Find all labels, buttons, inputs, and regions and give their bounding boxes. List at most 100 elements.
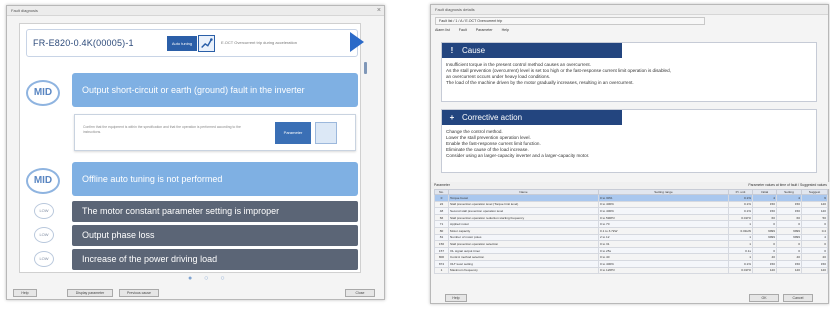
window-titlebar: Fault diagnosis details xyxy=(431,5,828,15)
menu-item[interactable]: Parameter xyxy=(476,28,493,32)
table-row[interactable]: 0 Torque boost 0 to 30% 0.1% 4 4 6 xyxy=(434,194,828,202)
table-cell: 0.4 xyxy=(801,226,828,235)
severity-badge: MID xyxy=(26,80,60,106)
table-cell: 156 xyxy=(434,240,449,248)
table-row[interactable]: 1 Maximum frequency 0 to 120Hz 0.01Hz 120 120… xyxy=(434,266,828,275)
plus-icon: + xyxy=(449,113,455,122)
window-title: Fault diagnosis xyxy=(11,8,38,13)
table-cell: 0.1% xyxy=(728,207,753,215)
table-cell: 71 xyxy=(434,220,449,228)
table-cell: 0.01kW xyxy=(728,226,753,235)
cause-item[interactable]: The motor constant parameter setting is … xyxy=(72,201,358,222)
table-cell: 22 xyxy=(434,200,449,209)
auto-tuning-tag[interactable]: Auto tuning xyxy=(167,36,197,51)
table-cell: 0 xyxy=(752,240,777,248)
section-heading: + Corrective action xyxy=(442,110,622,125)
pagination-dots[interactable]: ● ○ ○ xyxy=(188,275,230,282)
table-row[interactable]: 71 Applied motor 0 to 70 1 0 0 0 xyxy=(434,220,828,228)
table-cell: Torque boost xyxy=(448,194,599,202)
table-cell: 150 xyxy=(776,207,802,215)
table-cell: 0.01Hz xyxy=(728,266,753,275)
table-cell: Control method selection xyxy=(448,253,599,261)
tuning-graph-icon[interactable] xyxy=(198,35,215,52)
table-cell: 120 xyxy=(801,266,828,275)
close-button[interactable]: Close xyxy=(345,289,375,297)
table-cell: 80 xyxy=(434,226,449,235)
help-button[interactable]: Help xyxy=(445,294,467,302)
table-cell: 9999 xyxy=(776,226,802,235)
previous-cause-button[interactable]: Previous cause xyxy=(119,289,159,297)
table-row[interactable]: 66 Stall prevention operation reduction s… xyxy=(434,213,828,222)
cause-panel: FR-E820-0.4K(00005)-1 Auto tuning E.OCT … xyxy=(19,23,361,282)
table-cell: 120 xyxy=(801,207,828,215)
table-cell: 9999 xyxy=(752,233,777,242)
table-cell: 874 xyxy=(434,259,449,268)
scrollbar[interactable] xyxy=(364,62,367,74)
table-cell: 0 to 25s xyxy=(598,246,729,255)
table-row[interactable]: 874 OLT level setting 0 to 400% 0.1% 150 150 1… xyxy=(434,259,828,268)
table-cell: 800 xyxy=(434,253,449,261)
table-cell: 0 xyxy=(801,240,828,248)
table-row[interactable]: 157 OL signal output timer 0 to 25s 0.1s 0 0 0 xyxy=(434,246,828,255)
document-icon[interactable] xyxy=(315,122,337,144)
cause-detail-card: Confirm that the equipment is within the… xyxy=(74,114,356,151)
table-cell: 0 xyxy=(752,220,777,228)
table-cell: 40 xyxy=(776,253,802,261)
table-cell: 4 xyxy=(752,194,777,202)
table-cell: Motor capacity xyxy=(448,226,599,235)
cause-text: Insufficient torque in the present contr… xyxy=(446,62,671,85)
table-cell: Stall prevention operation selection xyxy=(448,240,599,248)
table-cell: 0 xyxy=(801,220,828,228)
corrective-action-section: + Corrective action Change the control me… xyxy=(441,109,817,173)
severity-badge: MID xyxy=(26,168,60,194)
table-cell: 66 xyxy=(434,213,449,222)
table-cell: Second stall prevention operation level xyxy=(448,207,599,215)
table-cell: 1 xyxy=(434,266,449,275)
table-cell: 0 to 31 xyxy=(598,240,729,248)
table-cell: 150 xyxy=(801,259,828,268)
table-row[interactable]: 80 Motor capacity 0.1 to 3.7kW 0.01kW 9999 99… xyxy=(434,226,828,235)
table-cell: 0.01Hz xyxy=(728,213,753,222)
cause-item[interactable]: Offline auto tuning is not performed xyxy=(72,162,358,196)
table-row[interactable]: 156 Stall prevention operation selection 0… xyxy=(434,240,828,248)
table-row[interactable]: 81 Number of motor poles 2 to 12 1 9999 9999 4 xyxy=(434,233,828,242)
table-cell: 150 xyxy=(776,200,802,209)
window-titlebar: Fault diagnosis × xyxy=(7,6,384,16)
cause-item[interactable]: Increase of the power driving load xyxy=(72,249,358,270)
menu-item[interactable]: Help xyxy=(502,28,509,32)
table-cell: 0 xyxy=(776,240,802,248)
table-cell: OLT level setting xyxy=(448,259,599,268)
toolbar[interactable]: Fault list / 1 / A / E.OCT Overcurrent t… xyxy=(435,17,705,25)
table-cell: Stall prevention operation level (Torque… xyxy=(448,200,599,209)
cause-item[interactable]: Output short-circuit or earth (ground) f… xyxy=(72,73,358,107)
cause-item[interactable]: Output phase loss xyxy=(72,225,358,246)
table-cell: 120 xyxy=(776,266,802,275)
table-cell: Stall prevention operation reduction sta… xyxy=(448,213,599,222)
table-cell: 0.1% xyxy=(728,194,753,202)
model-code: FR-E820-0.4K(00005)-1 xyxy=(33,38,134,48)
severity-badge: LOW xyxy=(34,251,54,267)
table-row[interactable]: 22 Stall prevention operation level (Torq… xyxy=(434,200,828,209)
next-arrow-icon[interactable] xyxy=(350,32,364,52)
menu-item[interactable]: Alarm list xyxy=(435,28,450,32)
table-cell: 1 xyxy=(728,253,753,261)
table-cell: 0.1% xyxy=(728,259,753,268)
table-cell: 0 to 30% xyxy=(598,194,729,202)
cancel-button[interactable]: Cancel xyxy=(783,294,813,302)
help-button[interactable]: Help xyxy=(13,289,37,297)
table-cell: 1 xyxy=(728,240,753,248)
table-cell: 50 xyxy=(801,213,828,222)
section-heading: ! Cause xyxy=(442,43,622,58)
menu-item[interactable]: Fault xyxy=(459,28,467,32)
table-cell: 1 xyxy=(728,220,753,228)
severity-badge: LOW xyxy=(34,227,54,243)
table-row[interactable]: 48 Second stall prevention operation leve… xyxy=(434,207,828,215)
table-cell: 0 to 590Hz xyxy=(598,213,729,222)
table-cell: 150 xyxy=(776,259,802,268)
table-row[interactable]: 800 Control method selection 0 to 40 1 40 40 2… xyxy=(434,253,828,261)
parameter-button[interactable]: Parameter xyxy=(275,122,311,144)
close-icon[interactable]: × xyxy=(377,6,381,16)
display-parameter-button[interactable]: Display parameter xyxy=(67,289,113,297)
table-cell: 0 xyxy=(776,246,802,255)
ok-button[interactable]: OK xyxy=(749,294,779,302)
